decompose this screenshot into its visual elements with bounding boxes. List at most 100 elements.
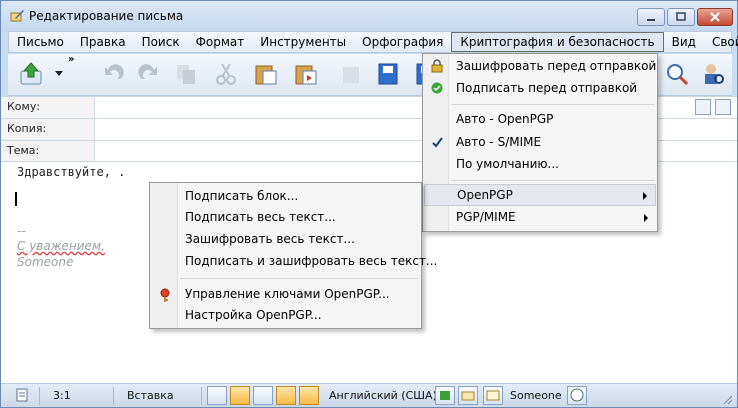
- wrap-toggle[interactable]: [230, 386, 250, 405]
- sign-block-label: Подписать блок...: [185, 189, 299, 203]
- cc-label: Копия:: [1, 119, 95, 140]
- signature-dash: --: [17, 224, 26, 238]
- key-icon: [160, 288, 170, 302]
- default-label: По умолчанию...: [456, 157, 559, 171]
- title-bar: Редактирование письма: [1, 1, 737, 31]
- menu-separator: [180, 278, 418, 279]
- window-title: Редактирование письма: [29, 9, 184, 23]
- copy-icon[interactable]: [173, 61, 199, 87]
- toolbar-overflow-icon[interactable]: »: [68, 54, 74, 65]
- cut-icon[interactable]: [213, 61, 239, 87]
- green-square-icon: [440, 391, 450, 400]
- submenu-arrow-icon: [643, 192, 647, 200]
- align-toggle[interactable]: [253, 386, 273, 405]
- minimize-button[interactable]: [637, 8, 665, 26]
- attach-icon[interactable]: [338, 61, 364, 87]
- openpgp-submenu: Подписать блок... Подписать весь текст..…: [149, 182, 437, 329]
- key-management-item[interactable]: Управление ключами OpenPGP...: [151, 284, 420, 306]
- plain-text-toggle[interactable]: [207, 386, 227, 405]
- sign-status-button[interactable]: [435, 386, 455, 405]
- encrypt-all-label: Зашифровать весь текст...: [185, 232, 355, 246]
- lock-icon: [431, 59, 443, 73]
- subject-label: Тема:: [1, 141, 95, 162]
- openpgp-settings-label: Настройка OpenPGP...: [185, 308, 322, 322]
- sign-all-item[interactable]: Подписать весь текст...: [151, 207, 420, 229]
- crypto-dropdown: Зашифровать перед отправкой Подписать пе…: [422, 53, 658, 232]
- sign-encrypt-all-label: Подписать и зашифровать весь текст...: [185, 254, 438, 268]
- signature-name: Someone: [17, 255, 74, 269]
- menu-separator: [451, 180, 655, 181]
- openpgp-settings-item[interactable]: Настройка OpenPGP...: [151, 305, 420, 327]
- sign-before-send-item[interactable]: Подписать перед отправкой: [424, 78, 656, 100]
- clock-icon: [570, 388, 584, 402]
- chevron-down-icon[interactable]: [55, 71, 63, 77]
- close-button[interactable]: [697, 8, 733, 26]
- openpgp-label: OpenPGP: [457, 188, 513, 202]
- identity-button[interactable]: [567, 386, 587, 405]
- encrypt-before-send-item[interactable]: Зашифровать перед отправкой: [424, 56, 656, 78]
- submenu-arrow-icon: [644, 214, 648, 222]
- sign-encrypt-all-item[interactable]: Подписать и зашифровать весь текст...: [151, 251, 437, 273]
- openpgp-item[interactable]: OpenPGP: [424, 184, 656, 206]
- menu-bar: Письмо Правка Поиск Формат Инструменты О…: [8, 31, 738, 53]
- status-separator: [39, 387, 40, 405]
- cursor-position: 3:1: [53, 389, 71, 402]
- menu-spelling[interactable]: Орфография: [354, 32, 451, 52]
- status-separator: [201, 387, 202, 405]
- pgp-mime-label: PGP/MIME: [456, 210, 516, 224]
- to-label: Кому:: [1, 97, 95, 118]
- auto-smime-item[interactable]: Авто - S/MIME: [424, 132, 656, 154]
- menu-search[interactable]: Поиск: [134, 32, 188, 52]
- auto-openpgp-label: Авто - OpenPGP: [456, 112, 554, 126]
- status-separator: [113, 387, 114, 405]
- menu-message[interactable]: Письмо: [9, 32, 72, 52]
- envelope-icon: [461, 391, 475, 401]
- checkmark-icon: [432, 137, 443, 148]
- resize-grip-icon[interactable]: [723, 395, 733, 405]
- menu-crypto[interactable]: Криптография и безопасность: [451, 32, 664, 52]
- quote-toggle[interactable]: [276, 386, 296, 405]
- contact-search-icon[interactable]: [700, 61, 726, 87]
- menu-properties[interactable]: Свойства: [704, 32, 738, 52]
- identity-name[interactable]: Someone: [510, 389, 562, 402]
- default-item[interactable]: По умолчанию...: [424, 154, 656, 176]
- send-icon[interactable]: [18, 61, 44, 87]
- key-management-label: Управление ключами OpenPGP...: [185, 287, 390, 301]
- sign-all-label: Подписать весь текст...: [185, 210, 336, 224]
- auto-openpgp-item[interactable]: Авто - OpenPGP: [424, 109, 656, 131]
- contact-card-icon[interactable]: [715, 99, 731, 115]
- undo-icon[interactable]: [100, 61, 126, 87]
- address-book-icon[interactable]: [664, 61, 690, 87]
- editor-window: Редактирование письма Письмо Правка Поис…: [0, 0, 738, 408]
- signature-regards: С уважением,: [17, 239, 105, 253]
- menu-tools[interactable]: Инструменты: [252, 32, 354, 52]
- sign-before-send-label: Подписать перед отправкой: [456, 81, 638, 95]
- encrypt-all-item[interactable]: Зашифровать весь текст...: [151, 229, 420, 251]
- paste-icon[interactable]: [253, 61, 279, 87]
- check-circle-icon: [431, 82, 443, 94]
- expand-icon[interactable]: [695, 99, 711, 115]
- seal-icon: [486, 390, 500, 401]
- menu-format[interactable]: Формат: [188, 32, 253, 52]
- minimize-icon: [647, 19, 655, 21]
- menu-separator: [451, 104, 655, 105]
- language-indicator[interactable]: Английский (США): [329, 389, 437, 402]
- text-cursor: [15, 192, 17, 206]
- encrypt-before-send-label: Зашифровать перед отправкой: [456, 59, 657, 73]
- insert-mode[interactable]: Вставка: [127, 389, 174, 402]
- greeting-line: Здравствуйте, .: [17, 165, 126, 179]
- auto-smime-label: Авто - S/MIME: [456, 135, 542, 149]
- pen-icon: [10, 10, 24, 22]
- menu-edit[interactable]: Правка: [72, 32, 134, 52]
- close-icon: [710, 12, 720, 22]
- pgp-mime-item[interactable]: PGP/MIME: [424, 207, 656, 229]
- paste-quote-icon[interactable]: [293, 61, 319, 87]
- sign-block-item[interactable]: Подписать блок...: [151, 186, 420, 208]
- pgp-status-button[interactable]: [483, 386, 503, 405]
- encrypt-status-button[interactable]: [458, 386, 478, 405]
- redo-icon[interactable]: [136, 61, 162, 87]
- maximize-button[interactable]: [667, 8, 695, 26]
- spellcheck-toggle[interactable]: [299, 386, 319, 405]
- menu-view[interactable]: Вид: [664, 32, 704, 52]
- save-icon[interactable]: [376, 61, 402, 87]
